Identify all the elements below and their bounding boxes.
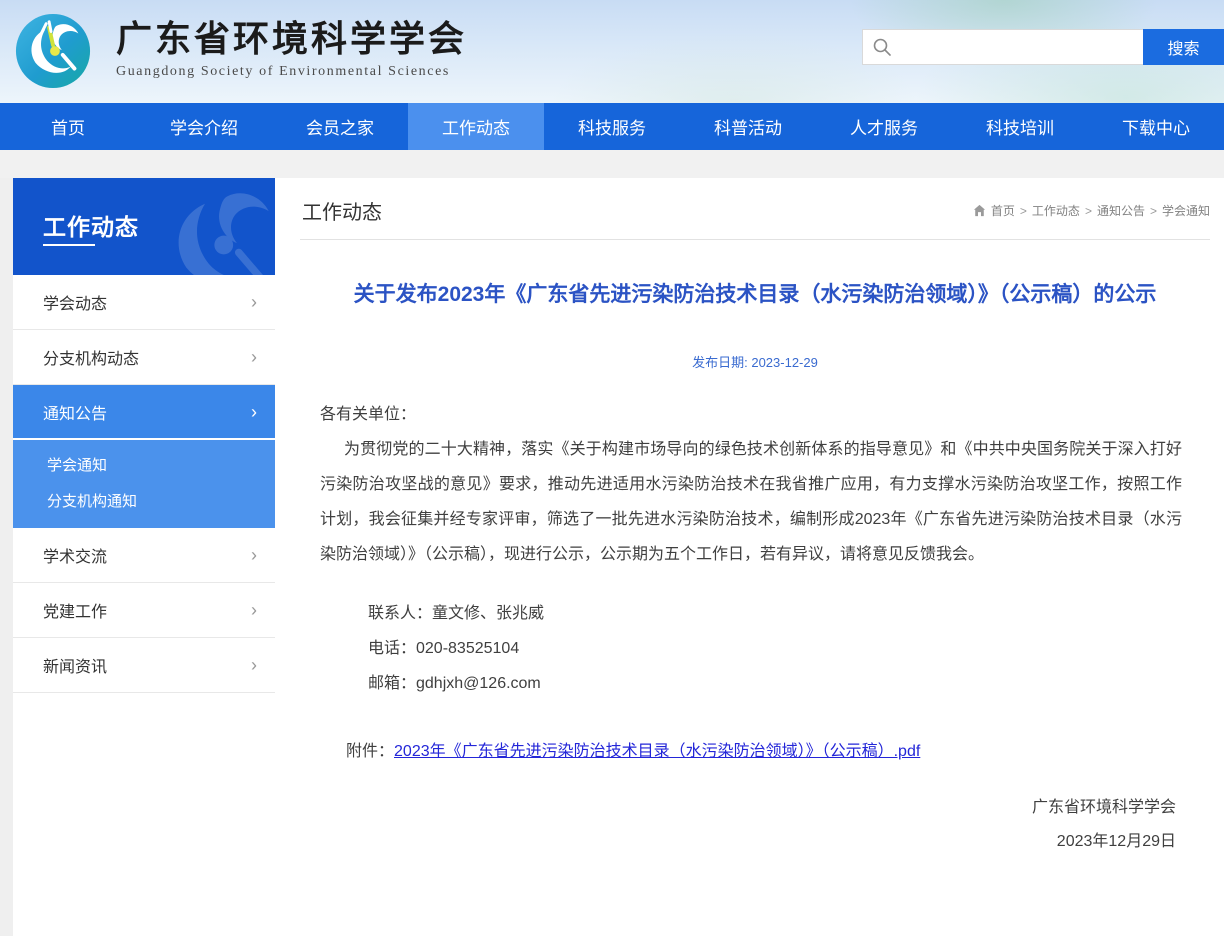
attachment-row: 附件：2023年《广东省先进污染防治技术目录（水污染防治领域）》（公示稿）.pd…	[304, 737, 1206, 761]
site-subtitle: Guangdong Society of Environmental Scien…	[116, 64, 467, 80]
contact-person: 联系人：童文修、张兆威	[368, 596, 1206, 631]
sidebar-item-label: 学术交流	[43, 543, 107, 567]
society-logo-icon[interactable]	[14, 12, 92, 90]
sidebar-header: 工作动态	[13, 178, 275, 275]
sidebar-subitem-branch-notice[interactable]: 分支机构通知	[13, 482, 275, 518]
attachment-pdf-link[interactable]: 2023年《广东省先进污染防治技术目录（水污染防治领域）》（公示稿）.pdf	[394, 743, 920, 760]
article-paragraph: 为贯彻党的二十大精神，落实《关于构建市场导向的绿色技术创新体系的指导意见》和《中…	[320, 432, 1182, 572]
chevron-right-icon: ›	[251, 348, 257, 366]
sidebar-item-academic-exchange[interactable]: 学术交流 ›	[13, 528, 275, 583]
search-icon	[872, 37, 892, 57]
nav-item-tech-service[interactable]: 科技服务	[544, 103, 680, 150]
breadcrumb-separator: >	[1020, 204, 1027, 218]
nav-item-members[interactable]: 会员之家	[272, 103, 408, 150]
nav-item-downloads[interactable]: 下载中心	[1088, 103, 1224, 150]
sidebar-subitem-society-notice[interactable]: 学会通知	[13, 446, 275, 482]
breadcrumb-separator: >	[1085, 204, 1092, 218]
breadcrumb-home[interactable]: 首页	[991, 202, 1015, 219]
sidebar-item-branch-news[interactable]: 分支机构动态 ›	[13, 330, 275, 385]
nav-item-science-popularization[interactable]: 科普活动	[680, 103, 816, 150]
breadcrumb-separator: >	[1150, 204, 1157, 218]
main-content: 工作动态 首页 > 工作动态 > 通知公告 > 学会通知 关于发布2023年《广…	[300, 178, 1210, 859]
site-title: 广东省环境科学学会	[116, 17, 467, 61]
sidebar-title-underline	[43, 244, 95, 246]
nav-item-work-news[interactable]: 工作动态	[408, 103, 544, 150]
sidebar-item-notices[interactable]: 通知公告 ›	[13, 385, 275, 440]
sidebar-item-label: 通知公告	[43, 400, 107, 424]
gray-band	[0, 150, 1224, 178]
search-bar: 搜索	[862, 29, 1224, 65]
contact-block: 联系人：童文修、张兆威 电话：020-83525104 邮箱：gdhjxh@12…	[304, 596, 1206, 701]
sidebar-item-society-news[interactable]: 学会动态 ›	[13, 275, 275, 330]
publish-date: 发布日期: 2023-12-29	[304, 352, 1206, 371]
nav-item-talent-service[interactable]: 人才服务	[816, 103, 952, 150]
chevron-right-icon: ›	[251, 546, 257, 564]
article-title: 关于发布2023年《广东省先进污染防治技术目录（水污染防治领域）》（公示稿）的公…	[340, 280, 1170, 310]
chevron-right-icon: ›	[251, 403, 257, 421]
search-input[interactable]	[862, 29, 1143, 65]
nav-item-home[interactable]: 首页	[0, 103, 136, 150]
article: 关于发布2023年《广东省先进污染防治技术目录（水污染防治领域）》（公示稿）的公…	[300, 280, 1210, 859]
signature-org: 广东省环境科学学会	[304, 791, 1176, 825]
chevron-right-icon: ›	[251, 656, 257, 674]
site-header: 广东省环境科学学会 Guangdong Society of Environme…	[0, 0, 1224, 103]
sidebar-item-label: 党建工作	[43, 598, 107, 622]
breadcrumb-notices[interactable]: 通知公告	[1097, 202, 1145, 219]
attachment-label: 附件：	[346, 743, 394, 760]
breadcrumb-society-notice[interactable]: 学会通知	[1162, 202, 1210, 219]
sidebar-item-label: 学会动态	[43, 290, 107, 314]
main-nav: 首页 学会介绍 会员之家 工作动态 科技服务 科普活动 人才服务 科技培训 下载…	[0, 103, 1224, 150]
page-title: 工作动态	[302, 196, 382, 225]
sidebar-title: 工作动态	[43, 208, 139, 242]
sidebar-item-label: 分支机构动态	[43, 345, 139, 369]
sidebar: 工作动态 学会动态 › 分支机构动态 › 通知公告 › 学会通知 分支机构通知 …	[13, 178, 275, 693]
home-icon	[973, 204, 986, 217]
nav-item-about[interactable]: 学会介绍	[136, 103, 272, 150]
contact-email: 邮箱：gdhjxh@126.com	[368, 666, 1206, 701]
contact-phone: 电话：020-83525104	[368, 631, 1206, 666]
sidebar-submenu: 学会通知 分支机构通知	[13, 440, 275, 528]
chevron-right-icon: ›	[251, 601, 257, 619]
sidebar-item-party-building[interactable]: 党建工作 ›	[13, 583, 275, 638]
search-button[interactable]: 搜索	[1143, 29, 1224, 65]
signature-date: 2023年12月29日	[304, 825, 1176, 859]
chevron-right-icon: ›	[251, 293, 257, 311]
breadcrumb: 首页 > 工作动态 > 通知公告 > 学会通知	[973, 202, 1210, 219]
salutation: 各有关单位：	[320, 397, 1182, 432]
breadcrumb-work-news[interactable]: 工作动态	[1032, 202, 1080, 219]
sidebar-item-news-info[interactable]: 新闻资讯 ›	[13, 638, 275, 693]
signature-block: 广东省环境科学学会 2023年12月29日	[304, 791, 1206, 859]
sidebar-item-label: 新闻资讯	[43, 653, 107, 677]
left-gutter	[0, 178, 13, 936]
nav-item-training[interactable]: 科技培训	[952, 103, 1088, 150]
logo-watermark-icon	[145, 178, 275, 275]
